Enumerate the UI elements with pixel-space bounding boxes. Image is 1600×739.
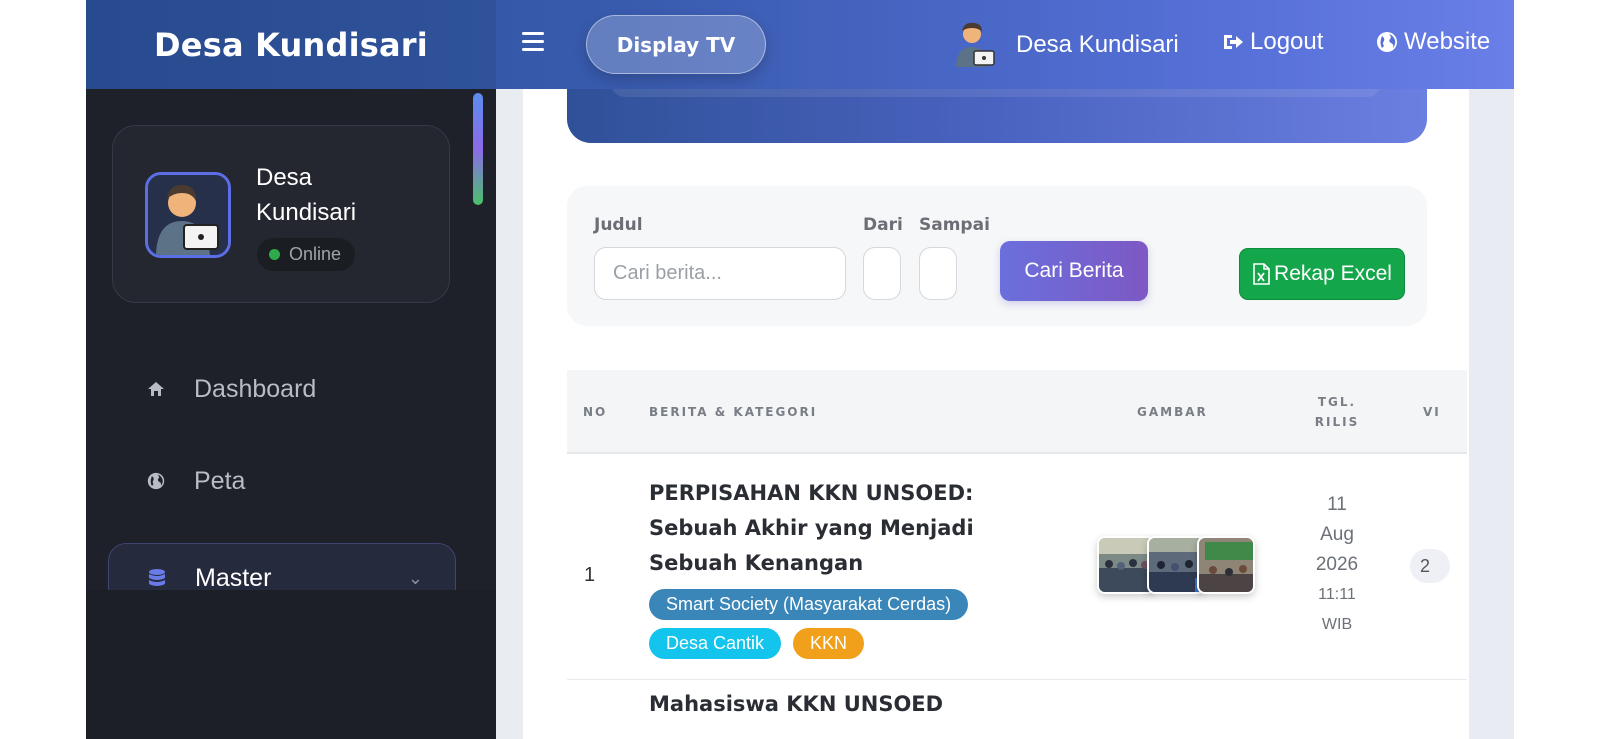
status-badge: Online [257,238,356,271]
globe-icon [146,472,166,490]
export-excel-label: Rekap Excel [1274,262,1392,285]
website-label: Website [1404,28,1491,55]
status-label: Online [289,244,342,264]
brand[interactable]: Desa Kundisari [86,0,496,89]
sidebar-scrollbar[interactable] [473,93,483,205]
col-header-tgl-rilis: TGL. RILIS [1314,395,1360,429]
profile-name: Desa Kundisari [256,164,357,226]
app-root: Desa Kundisari Display TV Desa Kundisari… [86,0,1514,739]
main-content: Judul Cari berita... Dari Sampai Cari Be… [523,89,1469,739]
col-header-no: NO [583,405,608,419]
excel-file-icon [1253,263,1270,285]
category-badge: Smart Society (Masyarakat Cerdas) [649,589,969,620]
judul-label: Judul [594,215,643,235]
views-badge: 2 [1410,549,1450,583]
release-year: 2026 [1315,554,1359,575]
release-date: 11 Aug 2026 11:11 WIB [1297,490,1377,640]
hero-inner-panel [611,89,1381,97]
logout-label: Logout [1250,28,1324,55]
user-avatar-icon [956,22,995,67]
search-placeholder: Cari berita... [613,262,722,284]
logout-link[interactable]: Logout [1222,28,1323,56]
news-images[interactable] [1097,536,1255,594]
photo-banner-image [1199,538,1253,592]
table-row[interactable]: 1 PERPISAHAN KKN UNSOED: Sebuah Akhir ya… [567,454,1467,680]
news-thumbnail[interactable] [1197,536,1255,594]
search-button[interactable]: Cari Berita [1000,241,1148,301]
top-navbar: Desa Kundisari Display TV Desa Kundisari… [86,0,1514,89]
nav-user-name: Desa Kundisari [1016,31,1179,58]
sidebar-item-dashboard[interactable]: Dashboard [108,354,456,424]
release-month: Aug [1320,524,1354,545]
filter-panel: Judul Cari berita... Dari Sampai Cari Be… [567,186,1427,326]
col-header-gambar: GAMBAR [1137,405,1208,419]
brand-title[interactable]: Desa Kundisari [154,26,428,64]
profile-card: Desa Kundisari Online [112,125,450,303]
table-header: NO BERITA & KATEGORI GAMBAR TGL. RILIS V… [567,370,1467,454]
page-gutter [1469,89,1514,739]
news-table: NO BERITA & KATEGORI GAMBAR TGL. RILIS V… [567,370,1467,739]
release-timezone: WIB [1321,616,1353,633]
news-title[interactable]: PERPISAHAN KKN UNSOED: Sebuah Akhir yang… [649,476,979,581]
search-input[interactable]: Cari berita... [594,247,846,300]
sidebar-item-peta[interactable]: Peta [108,446,456,516]
category-badge: Desa Cantik [649,628,782,659]
hamburger-menu-icon[interactable] [522,32,544,52]
home-icon [146,381,166,397]
dari-label: Dari [863,215,903,235]
export-excel-button[interactable]: Rekap Excel [1239,248,1405,300]
sidebar-scroll-area[interactable]: Desa Kundisari Online Dashboard Peta Mas… [86,89,496,590]
col-header-berita: BERITA & KATEGORI [649,405,818,419]
profile-avatar-icon [148,175,228,255]
chevron-down-icon: ⌄ [407,567,423,588]
news-title[interactable]: Mahasiswa KKN UNSOED [649,692,943,716]
row-number: 1 [584,564,596,586]
release-day: 11 [1327,494,1347,515]
nav-user-menu[interactable]: Desa Kundisari [952,20,1179,70]
online-dot-icon [269,249,280,260]
sidebar-item-master[interactable]: Master ⌄ [108,543,456,590]
sidebar-item-label: Peta [194,466,246,495]
sampai-label: Sampai [919,215,990,235]
sidebar-item-label: Dashboard [194,374,317,403]
database-icon [147,568,167,588]
release-time: 11:11 [1318,586,1356,603]
sidebar: Desa Kundisari Online Dashboard Peta Mas… [86,89,496,739]
hero-banner [567,89,1427,143]
date-to-input[interactable] [919,247,957,300]
globe-icon [1377,32,1397,52]
website-link[interactable]: Website [1376,28,1490,56]
date-from-input[interactable] [863,247,901,300]
category-badge: KKN [793,628,865,659]
sidebar-item-label: Master [195,563,272,591]
logout-icon [1224,35,1243,49]
col-header-views: VI [1423,405,1441,419]
avatar [145,172,231,258]
display-tv-button[interactable]: Display TV [586,15,766,74]
